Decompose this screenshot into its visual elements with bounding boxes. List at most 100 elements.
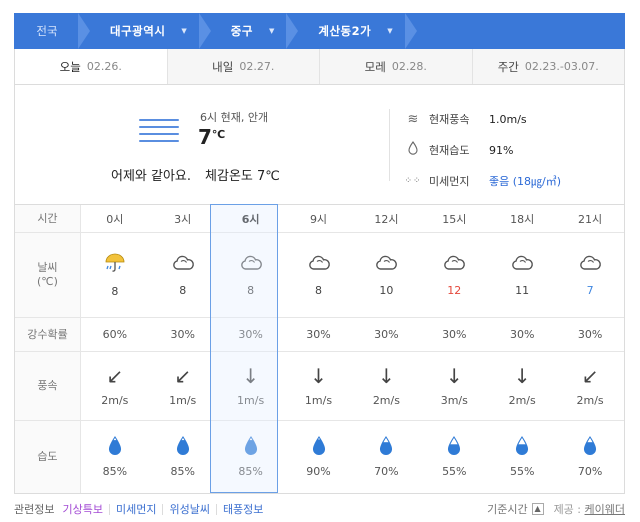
time-label: 15시 [442, 212, 467, 226]
wind-direction-icon: ↙ [106, 363, 124, 388]
temperature-value: 11 [515, 284, 530, 297]
wind-direction-icon: ↓ [378, 363, 395, 388]
wind-cell: ↓ 2m/s [352, 352, 420, 420]
temperature-value: 10 [379, 284, 394, 297]
humidity-value: 70% [577, 465, 603, 478]
observation-text: 6시 현재, 안개 [200, 111, 269, 124]
tab-tomorrow[interactable]: 내일 02.27. [166, 49, 319, 84]
wind-speed-value: 2m/s [508, 393, 536, 407]
wind-cell: ↙ 1m/s [149, 352, 217, 420]
caret-down-icon: ▼ [268, 27, 275, 35]
dong-selector[interactable]: 계산동2가 ▼ [298, 13, 406, 49]
district-selector[interactable]: 중구 ▼ [211, 13, 289, 49]
tab-weekly[interactable]: 주간 02.23.-03.07. [471, 49, 624, 84]
rain-cell: 30% [556, 318, 624, 351]
rain-cell: 30% [352, 318, 420, 351]
wind-icon: ≋ [407, 111, 419, 127]
time-cell[interactable]: 6시 [217, 205, 285, 232]
cloud-icon [171, 253, 195, 276]
wind-direction-icon: ↓ [445, 363, 463, 388]
temperature-value: 12 [447, 284, 462, 297]
rain-cell: 30% [488, 318, 556, 351]
humidity-drop-icon [312, 436, 326, 459]
time-label: 0시 [106, 212, 124, 226]
rain-cell: 30% [420, 318, 488, 351]
reference-time-toggle[interactable]: 기준시간 ▲ [487, 501, 544, 517]
fine-dust-link[interactable]: 미세먼지 [108, 503, 162, 515]
precipitation-row: 강수확률 60% 30% 30% 30% 30% 30% 30% 30% [15, 317, 624, 351]
cloud-icon [239, 253, 263, 276]
wind-cell: ↙ 2m/s [81, 352, 149, 420]
breadcrumb-nationwide[interactable]: 전국 [14, 13, 80, 49]
caret-down-icon: ▼ [181, 27, 187, 35]
temperature-value: 8 [315, 284, 322, 297]
humidity-stat: 현재습도 91% [403, 138, 561, 162]
humidity-drop-icon [447, 436, 461, 459]
wind-direction-icon: ↙ [581, 363, 599, 388]
satellite-link[interactable]: 위성날씨 [162, 503, 215, 515]
typhoon-link[interactable]: 태풍정보 [215, 503, 269, 515]
location-breadcrumb: 전국 대구광역시 ▼ 중구 ▼ 계산동2가 ▼ [14, 13, 625, 49]
breadcrumb-root-label: 전국 [36, 24, 58, 38]
weather-cell: 8 [149, 233, 217, 317]
rain-cell: 30% [285, 318, 353, 351]
humidity-drop-icon [244, 436, 258, 459]
row-header-rain: 강수확률 [15, 318, 81, 351]
precipitation-value: 30% [374, 328, 399, 341]
weather-warning-link[interactable]: 기상특보 [62, 504, 108, 515]
time-cell[interactable]: 9시 [285, 205, 353, 232]
humidity-drop-icon [379, 436, 393, 459]
rain-cell: 30% [149, 318, 217, 351]
humidity-cell: 90% [285, 421, 353, 493]
wind-speed-value: 1m/s [304, 393, 333, 407]
feels-like: 체감온도 7℃ [205, 169, 280, 184]
tab-day-after[interactable]: 모레 02.28. [319, 49, 472, 84]
temperature-value: 8 [247, 284, 255, 297]
dust-icon: ⁘⁘ [404, 176, 422, 186]
provider-link[interactable]: 케이웨더 [585, 503, 625, 516]
temperature-comparison: 어제와 같아요. 체감온도 7℃ [111, 169, 280, 184]
related-info-footer: 관련정보 기상특보 미세먼지 위성날씨 태풍정보 기준시간 ▲ 제공 : 케이웨더 [14, 501, 625, 517]
wind-cell: ↓ 2m/s [488, 352, 556, 420]
weather-cell: 8 [285, 233, 353, 317]
time-cell[interactable]: 3시 [149, 205, 217, 232]
humidity-value: 85% [170, 465, 195, 478]
precipitation-value: 30% [509, 328, 535, 341]
district-label: 중구 [230, 24, 253, 38]
time-row: 시간 0시 3시 6시 9시 12시 15시 18시 21시 [15, 205, 624, 232]
temperature-value: 8 [179, 284, 187, 297]
divider [389, 109, 390, 181]
time-cell[interactable]: 12시 [352, 205, 420, 232]
dust-link[interactable]: 좋음 (18㎍/㎥) [489, 173, 561, 189]
time-cell[interactable]: 15시 [420, 205, 488, 232]
wind-direction-icon: ↙ [174, 363, 192, 388]
weather-widget: 전국 대구광역시 ▼ 중구 ▼ 계산동2가 ▼ 오늘 02.26. 내일 02.27… [14, 13, 625, 517]
time-cell[interactable]: 18시 [488, 205, 556, 232]
humidity-cell: 70% [556, 421, 624, 493]
dong-label: 계산동2가 [318, 24, 372, 38]
humidity-value: 85% [102, 465, 128, 478]
time-label: 3시 [174, 212, 192, 226]
humidity-value: 90% [306, 465, 331, 478]
weather-cell: 8 [217, 233, 285, 317]
wind-direction-icon: ↓ [310, 363, 327, 388]
day-tabs: 오늘 02.26. 내일 02.27. 모레 02.28. 주간 02.23.-03.0… [14, 49, 625, 85]
precipitation-value: 60% [102, 328, 128, 341]
time-cell[interactable]: 21시 [556, 205, 624, 232]
city-selector[interactable]: 대구광역시 ▼ [90, 13, 201, 49]
precipitation-value: 30% [306, 328, 331, 341]
dust-stat: ⁘⁘ 미세먼지 좋음 (18㎍/㎥) [404, 173, 562, 189]
humidity-value: 55% [509, 465, 535, 478]
caret-down-icon: ▼ [387, 27, 393, 35]
tab-today[interactable]: 오늘 02.26. [15, 49, 167, 84]
wind-speed-value: 2m/s [101, 393, 129, 407]
humidity-cell: 85% [149, 421, 217, 493]
wind-cell: ↓ 3m/s [420, 352, 488, 420]
row-header-humidity: 습도 [15, 421, 81, 493]
wind-direction-icon: ↓ [242, 363, 259, 388]
rain-cell: 60% [81, 318, 149, 351]
city-label: 대구광역시 [110, 24, 166, 38]
time-cell[interactable]: 0시 [81, 205, 149, 232]
wind-direction-icon: ↓ [513, 363, 531, 388]
humidity-drop-icon [583, 436, 597, 459]
